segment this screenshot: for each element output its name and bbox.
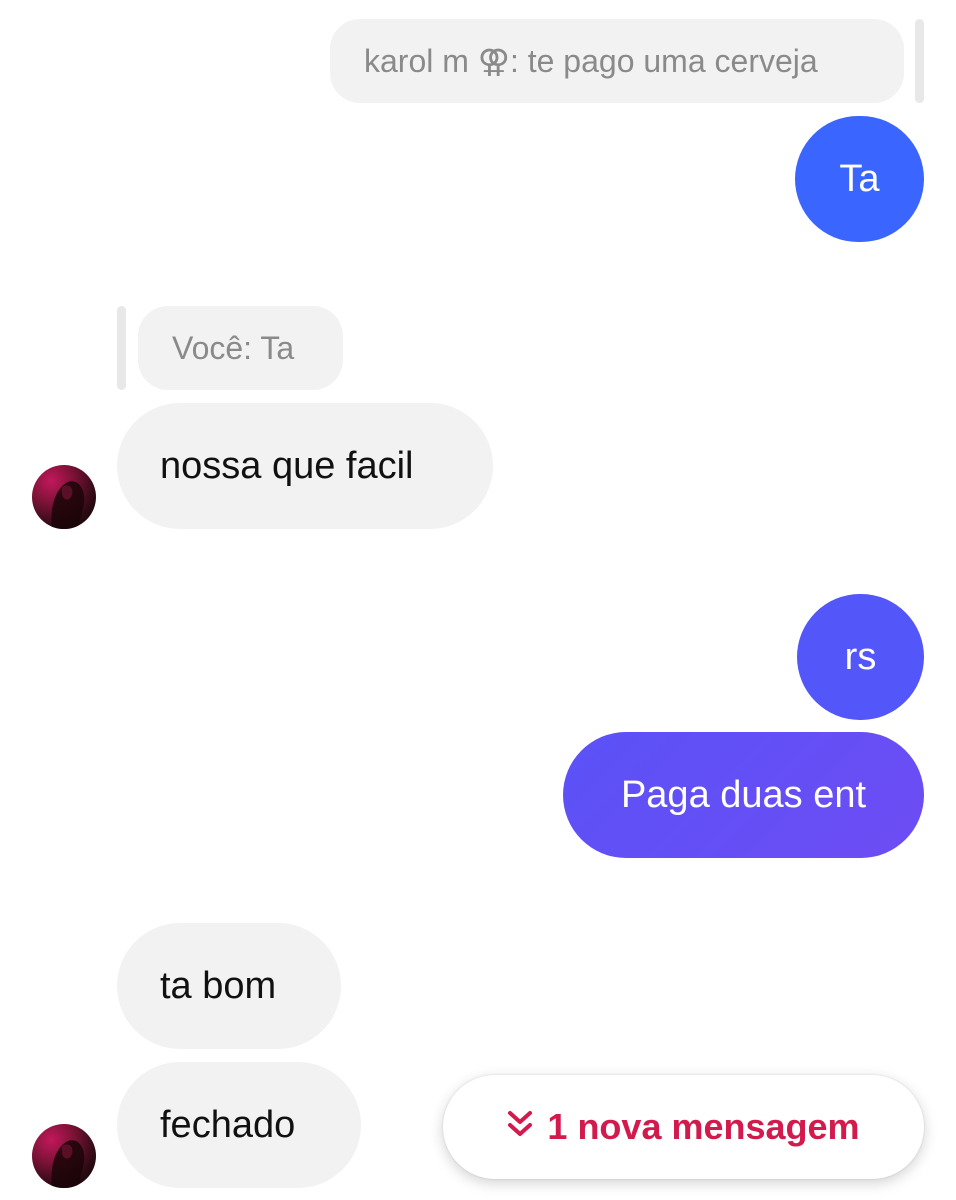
new-message-label: 1 nova mensagem (547, 1106, 860, 1147)
outgoing-message-bubble[interactable]: rs (797, 594, 924, 720)
message-text: Paga duas ent (620, 773, 867, 816)
message-text: Ta (839, 157, 880, 200)
message-text: fechado (160, 1103, 296, 1146)
reply-quote-bar (117, 306, 126, 390)
reply-quote-bar (915, 19, 924, 103)
double-chevron-down-icon (507, 1106, 533, 1148)
message-text: nossa que facil (160, 444, 414, 487)
incoming-message-bubble[interactable]: nossa que facil (117, 403, 493, 529)
avatar[interactable] (32, 465, 96, 529)
message-text: rs (844, 635, 877, 678)
avatar-image (51, 481, 85, 529)
outgoing-message-bubble[interactable]: Paga duas ent (563, 732, 924, 858)
avatar-image (51, 1140, 85, 1188)
incoming-message-bubble[interactable]: fechado (117, 1062, 361, 1188)
reply-quote-text: Você: Ta (172, 330, 295, 366)
outgoing-message-bubble[interactable]: Ta (795, 116, 924, 242)
message-text: ta bom (160, 964, 277, 1007)
reply-quote[interactable]: Você: Ta (138, 306, 343, 390)
new-message-button[interactable]: 1 nova mensagem (443, 1075, 924, 1179)
avatar[interactable] (32, 1124, 96, 1188)
reply-quote[interactable]: karol m ⚢: te pago uma cerveja (330, 19, 904, 103)
reply-quote-text: karol m ⚢: te pago uma cerveja (364, 43, 818, 79)
incoming-message-bubble[interactable]: ta bom (117, 923, 341, 1049)
